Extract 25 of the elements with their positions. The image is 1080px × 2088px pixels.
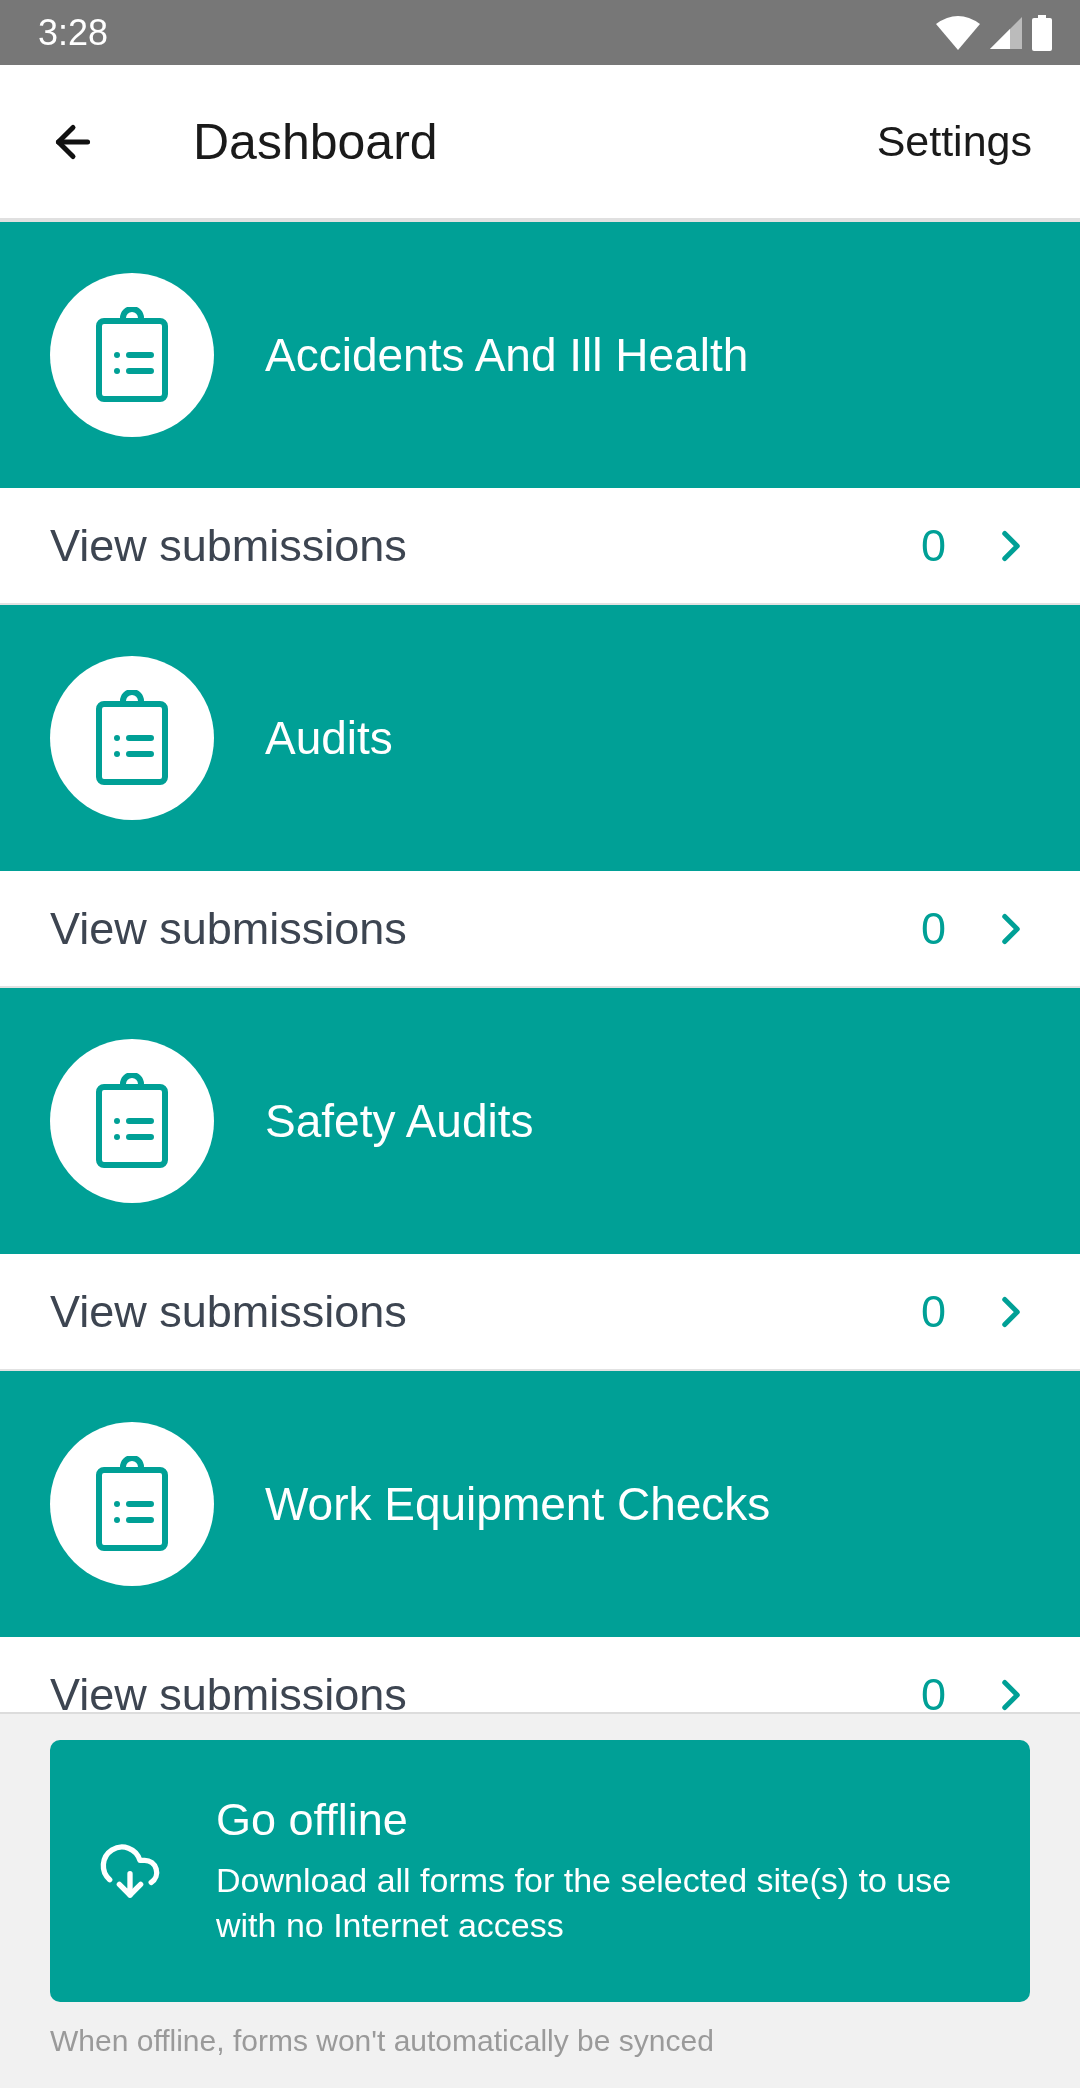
submission-count: 0 [920,902,946,955]
submissions-label: View submissions [50,1668,408,1712]
form-title: Work Equipment Checks [265,1477,771,1531]
status-time: 3:28 [38,11,109,54]
signal-icon [990,16,1022,49]
clipboard-icon [95,1073,169,1169]
settings-button[interactable]: Settings [876,117,1032,166]
page-title: Dashboard [193,112,439,171]
battery-icon [1032,14,1052,51]
submissions-label: View submissions [50,1285,408,1338]
clipboard-icon [95,690,169,786]
submission-count: 0 [920,1668,946,1712]
offline-description: Download all forms for the selected site(s) to use with no Internet access [216,1860,953,1946]
form-title: Accidents And Ill Health [265,328,749,382]
submissions-label: View submissions [50,519,408,572]
form-title: Audits [265,711,393,765]
wifi-icon [936,15,980,50]
offline-note: When offline, forms won't automatically be synced [50,2024,715,2058]
submission-count: 0 [920,1285,946,1338]
submissions-label: View submissions [50,902,408,955]
offline-title: Go offline [216,1794,409,1846]
submission-count: 0 [920,519,946,572]
clipboard-icon [95,1456,169,1552]
clipboard-icon [95,307,169,403]
form-title: Safety Audits [265,1094,534,1148]
